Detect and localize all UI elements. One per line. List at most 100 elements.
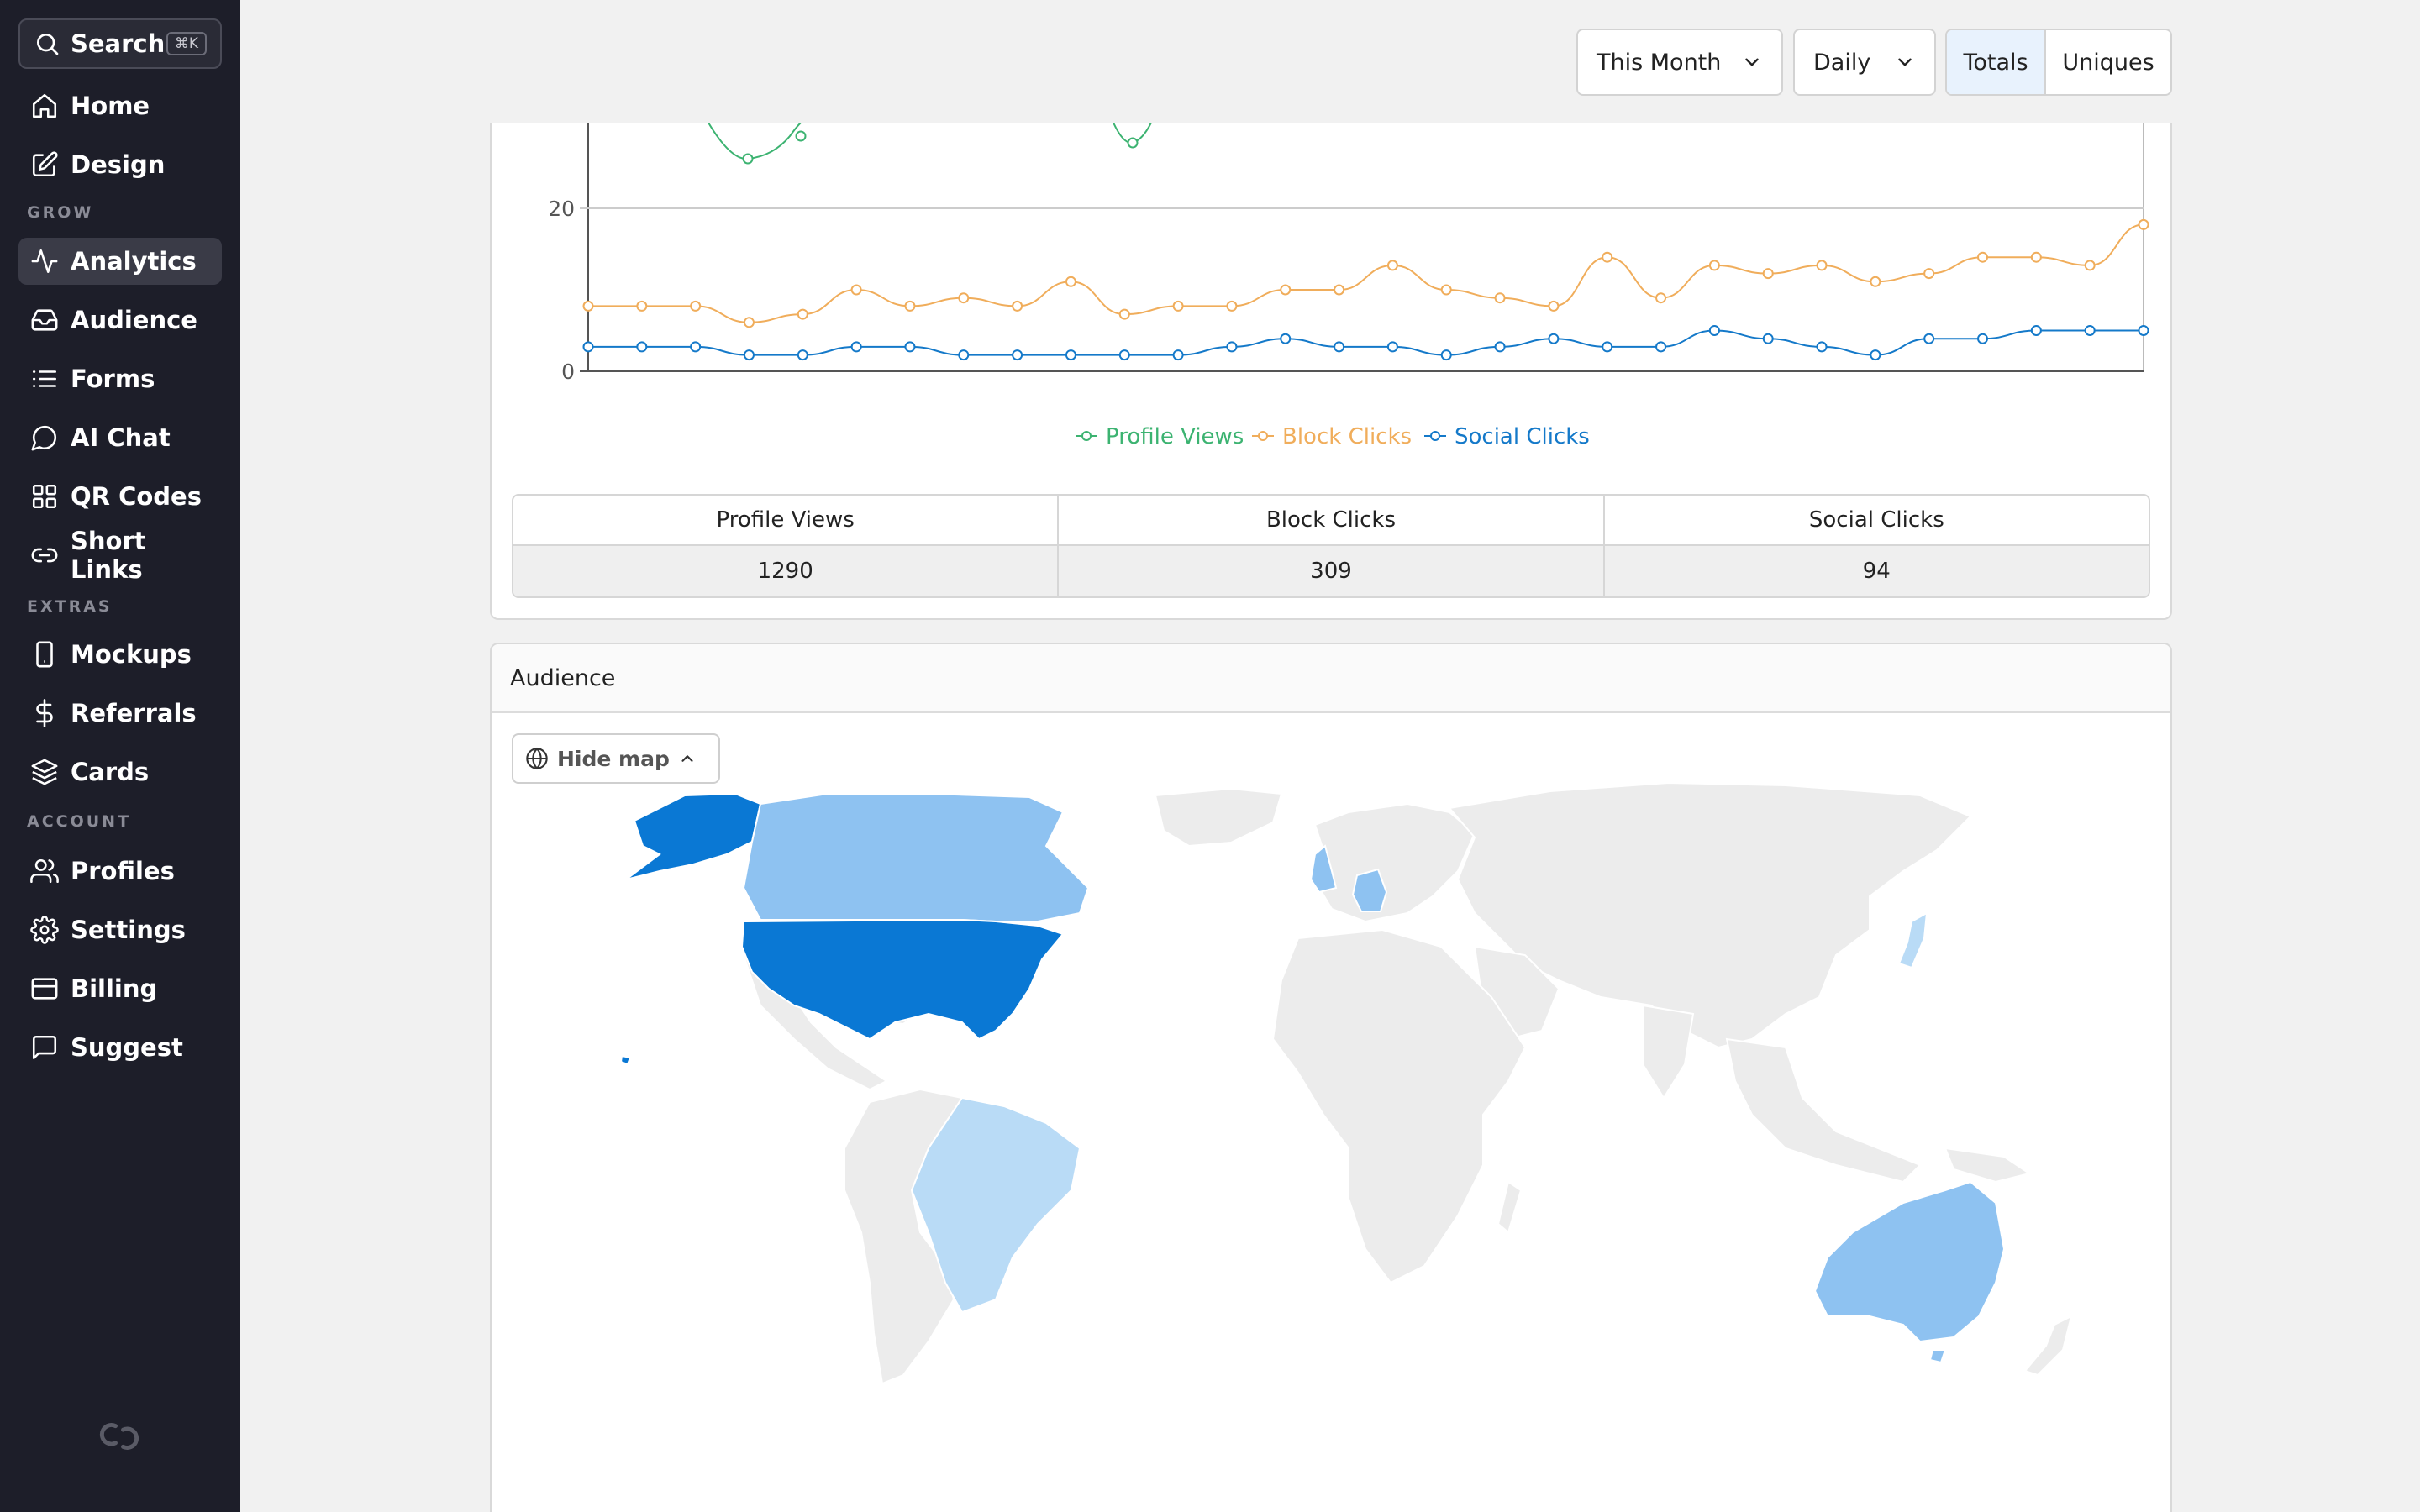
map-greenland — [1154, 787, 1283, 848]
stats-table: Profile Views Block Clicks Social Clicks… — [512, 494, 2150, 598]
series-line-social-clicks — [587, 329, 2144, 356]
line-chart: 0 20 Profile Views Block Clicks Social Click… — [548, 123, 2149, 449]
stats-value-social-clicks: 94 — [1862, 559, 1891, 584]
sidebar-item-mockups[interactable]: Mockups — [18, 631, 222, 678]
sidebar-item-label: Cards — [71, 758, 150, 786]
map-madagascar — [1497, 1180, 1523, 1234]
sidebar-item-design[interactable]: Design — [18, 141, 222, 188]
stats-header-block-clicks: Block Clicks — [1059, 496, 1605, 544]
sidebar-item-label: Billing — [71, 974, 158, 1003]
analytics-chart-card: 0 20 Profile Views Block Clicks Social Click… — [490, 123, 2172, 620]
data-point-social-clicks — [636, 341, 648, 353]
sidebar-item-ai-chat[interactable]: AI Chat — [18, 414, 222, 461]
data-point-block-clicks — [636, 300, 648, 312]
hide-map-button[interactable]: Hide map — [512, 733, 720, 784]
data-point-block-clicks — [1548, 300, 1560, 312]
y-tick-label: 20 — [548, 197, 575, 221]
sidebar-item-label: Forms — [71, 365, 155, 393]
interval-value: Daily — [1813, 49, 1871, 76]
data-point-social-clicks — [1655, 341, 1667, 353]
sidebar-item-suggest[interactable]: Suggest — [18, 1024, 222, 1071]
data-point-block-clicks — [1065, 276, 1076, 287]
mode-toggle: Totals Uniques — [1945, 29, 2172, 96]
data-point-block-clicks — [797, 308, 808, 320]
chevron-down-icon — [1898, 58, 1912, 66]
data-point-social-clicks — [743, 349, 755, 361]
sidebar-item-forms[interactable]: Forms — [18, 355, 222, 402]
sidebar-item-short-links[interactable]: Short Links — [18, 527, 222, 584]
sidebar-item-label: Settings — [71, 916, 186, 944]
sidebar-item-label: Profiles — [71, 857, 175, 885]
data-point-block-clicks — [1708, 260, 1720, 271]
data-point-block-clicks — [690, 300, 702, 312]
map-new-zealand — [2023, 1315, 2073, 1377]
dollar-icon — [36, 699, 53, 727]
sidebar-item-analytics[interactable]: Analytics — [18, 238, 222, 285]
sidebar-item-settings[interactable]: Settings — [18, 906, 222, 953]
data-point-block-clicks — [1334, 284, 1345, 296]
data-point-social-clicks — [690, 341, 702, 353]
data-point-block-clicks — [850, 284, 862, 296]
sidebar-item-label: Suggest — [71, 1033, 183, 1062]
data-point-block-clicks — [1172, 300, 1184, 312]
data-point-social-clicks — [1602, 341, 1613, 353]
totals-button[interactable]: Totals — [1947, 30, 2046, 94]
data-point-profile-views — [742, 153, 754, 165]
sidebar-item-cards[interactable]: Cards — [18, 748, 222, 795]
sidebar-item-audience[interactable]: Audience — [18, 297, 222, 344]
data-point-social-clicks — [1386, 341, 1398, 353]
interval-dropdown[interactable]: Daily — [1793, 29, 1936, 96]
data-point-profile-views — [795, 130, 807, 142]
map-alaska — [625, 792, 762, 880]
activity-icon — [31, 249, 58, 274]
data-point-social-clicks — [797, 349, 808, 361]
data-point-profile-views — [1127, 137, 1139, 149]
search-label: Search — [71, 29, 166, 58]
data-point-block-clicks — [1494, 292, 1506, 304]
stats-value-block-clicks: 309 — [1059, 546, 1605, 596]
sidebar-item-profiles[interactable]: Profiles — [18, 848, 222, 895]
data-point-social-clicks — [1548, 333, 1560, 344]
data-point-block-clicks — [1870, 276, 1881, 287]
chat-icon — [31, 425, 57, 451]
sidebar-item-label: Home — [71, 92, 150, 120]
sidebar-item-home[interactable]: Home — [18, 82, 222, 129]
series-line-block-clicks — [588, 223, 2144, 323]
sidebar-item-billing[interactable]: Billing — [18, 965, 222, 1012]
date-range-dropdown[interactable]: This Month — [1576, 29, 1783, 96]
data-point-social-clicks — [2138, 325, 2149, 336]
y-tick-label: 0 — [561, 360, 575, 384]
legend-swatch-marker — [1081, 431, 1092, 441]
inbox-icon — [31, 309, 58, 331]
sidebar-item-referrals[interactable]: Referrals — [18, 690, 222, 737]
data-point-social-clicks — [1440, 349, 1452, 361]
data-point-block-clicks — [1602, 251, 1613, 263]
map-tasmania — [1928, 1349, 1947, 1364]
data-point-block-clicks — [2030, 251, 2042, 263]
legend-swatch-marker — [1430, 431, 1440, 441]
data-point-social-clicks — [1065, 349, 1076, 361]
message-icon — [32, 1035, 57, 1060]
data-point-block-clicks — [1977, 251, 1989, 263]
sidebar-item-label: Short Links — [71, 527, 146, 584]
map-india — [1642, 1004, 1695, 1100]
chevron-up-icon — [681, 755, 693, 762]
search-button[interactable]: Search ⌘K — [18, 18, 222, 69]
sidebar: Search ⌘K Home Design GROW Analytics Aud… — [0, 0, 240, 1512]
data-point-block-clicks — [1118, 308, 1130, 320]
uniques-button[interactable]: Uniques — [2046, 30, 2170, 94]
legend-label: Profile Views — [1106, 424, 1244, 449]
data-point-social-clicks — [1226, 341, 1238, 353]
sidebar-item-label: QR Codes — [71, 482, 202, 511]
series-line-profile-views — [708, 123, 802, 160]
credit-card-icon — [31, 978, 58, 1000]
sidebar-item-qr-codes[interactable]: QR Codes — [18, 473, 222, 520]
stats-value-profile-views: 1290 — [513, 546, 1060, 596]
data-point-social-clicks — [1334, 341, 1345, 353]
hide-map-label: Hide map — [557, 746, 670, 771]
map-europe — [1313, 802, 1476, 923]
data-point-block-clicks — [1923, 268, 1935, 280]
data-point-social-clicks — [1816, 341, 1828, 353]
phone-icon — [36, 641, 53, 668]
map-hawaii — [619, 1054, 632, 1066]
